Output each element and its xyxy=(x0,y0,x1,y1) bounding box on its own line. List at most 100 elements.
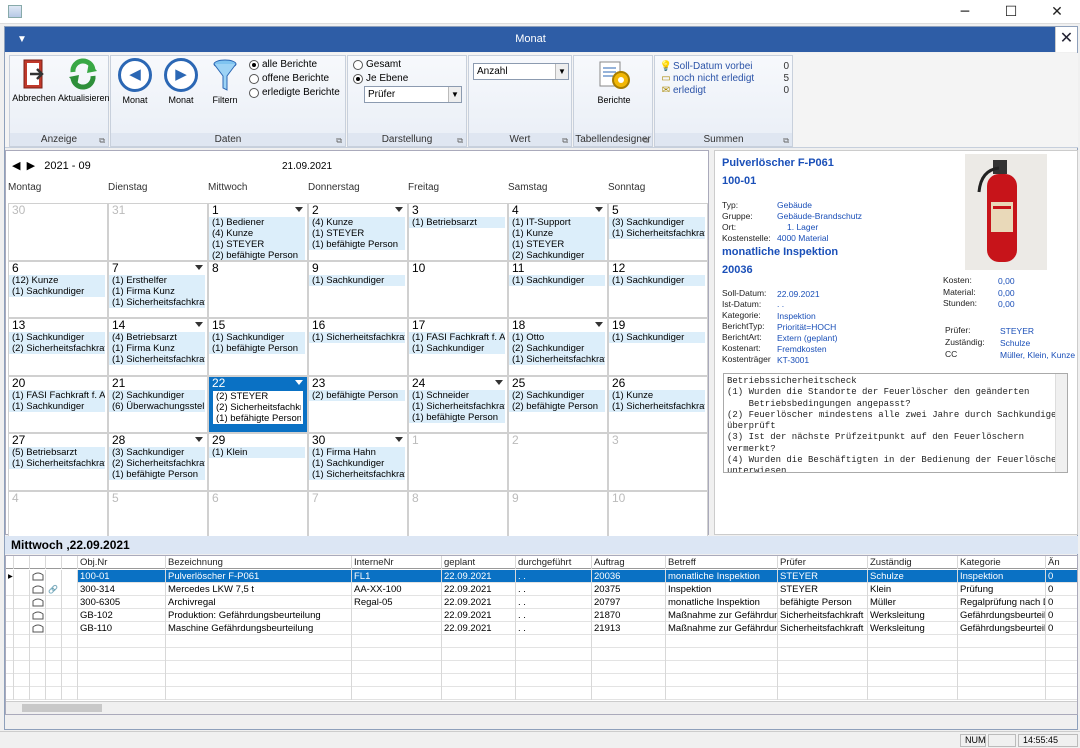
column-header[interactable]: Auftrag xyxy=(592,556,666,569)
summen-nicht-erledigt[interactable]: ▭ noch nicht erledigt 5 xyxy=(659,73,789,84)
calendar-day-cell[interactable]: 18 (1) Otto (2) Sachkundiger (1) Sicherheit… xyxy=(508,318,608,376)
summen-erledigt[interactable]: ✉ erledigt 0 xyxy=(659,85,789,96)
calendar-event[interactable]: (2) Sicherheitsfachkraft xyxy=(9,343,105,354)
calendar-day-cell[interactable]: 29 (1) Klein xyxy=(208,433,308,491)
calendar-event[interactable]: (1) Sachkundiger xyxy=(609,332,705,343)
calendar-event[interactable]: (2) befähigte Person xyxy=(209,250,305,260)
calendar-event[interactable]: (1) Sachkundiger xyxy=(509,274,605,286)
report-memo[interactable]: Betriebssicherheitscheck (1) Wurden die S… xyxy=(723,373,1068,473)
calendar-event[interactable]: (1) STEYER xyxy=(309,228,405,239)
table-row[interactable]: 🔗 300-314 Mercedes LKW 7,5 t AA-XX-100 22.09… xyxy=(6,583,1077,596)
calendar-day-cell[interactable]: 28 (3) Sachkundiger (2) Sicherheitsfachkra… xyxy=(108,433,208,491)
calendar-event[interactable]: (1) Sachkundiger xyxy=(409,343,505,354)
table-hscrollbar[interactable] xyxy=(6,701,1077,714)
calendar-day-cell[interactable]: 7 (1) Ersthelfer (1) Firma Kunz (1) Sicherh… xyxy=(108,260,208,318)
calendar-day-cell[interactable]: 8 xyxy=(208,260,308,318)
calendar-day-cell[interactable]: 10 xyxy=(408,260,508,318)
day-dropdown-icon[interactable] xyxy=(395,437,403,442)
menu-dropdown-icon[interactable]: ▼ xyxy=(17,27,27,52)
day-dropdown-icon[interactable] xyxy=(495,379,503,385)
calendar-event[interactable]: (4) Kunze xyxy=(209,228,305,239)
calendar-day-cell[interactable]: 9 (1) Sachkundiger xyxy=(308,260,408,318)
calendar-event[interactable]: (2) befähigte Person xyxy=(309,389,405,401)
calendar-day-cell[interactable]: 22(2) STEYER(2) Sicherheitsfachkraft(1) … xyxy=(208,375,308,433)
day-dropdown-icon[interactable] xyxy=(595,207,603,212)
calendar-event[interactable]: (1) Betriebsarzt xyxy=(409,217,505,228)
calendar-day-cell[interactable]: 17(1) FASI Fachkraft f. Arbeit(1) Sachku… xyxy=(408,318,508,376)
calendar-day-cell[interactable]: 23 (2) befähigte Person xyxy=(308,375,408,433)
calendar-event[interactable]: (1) Sachkundiger xyxy=(209,332,305,343)
day-dropdown-icon[interactable] xyxy=(295,379,303,385)
radio-alle-berichte[interactable]: alle Berichte xyxy=(249,59,317,70)
calendar-event[interactable]: (1) Firma Kunz xyxy=(109,285,205,297)
pruefer-combo[interactable]: Prüfer ▼ xyxy=(364,86,462,103)
calendar-day-cell[interactable]: 1 (1) Bediener (4) Kunze (1) STEYER (2) befä… xyxy=(208,203,308,261)
day-dropdown-icon[interactable] xyxy=(195,264,203,270)
maximize-button[interactable]: ☐ xyxy=(988,0,1034,24)
calendar-day-cell[interactable]: 1 xyxy=(408,433,508,491)
calendar-event[interactable]: (1) Firma Kunz xyxy=(109,343,205,354)
table-row[interactable]: GB-110 Maschine Gefährdungsbeurteilung 22.… xyxy=(6,622,1077,635)
calendar-event[interactable]: (1) Firma Hahn xyxy=(309,447,405,458)
calendar-day-cell[interactable]: 3 (1) Betriebsarzt xyxy=(408,203,508,261)
calendar-day-cell[interactable]: 3 xyxy=(608,433,708,491)
minimize-button[interactable]: ─ xyxy=(942,0,988,24)
calendar-event[interactable]: (2) befähigte Person xyxy=(509,400,605,412)
memo-scrollbar[interactable] xyxy=(1055,374,1067,472)
calendar-day-cell[interactable]: 30 (1) Firma Hahn (1) Sachkundiger (1) Sich… xyxy=(308,433,408,491)
table-row[interactable]: ▸ 100-01 Pulverlöscher F-P061 FL1 22.09.2021… xyxy=(6,570,1077,583)
close-window-button[interactable]: ✕ xyxy=(1034,0,1080,24)
calendar-day-cell[interactable]: 26 (1) Kunze (1) Sicherheitsfachkraft xyxy=(608,375,708,433)
calendar-day-cell[interactable]: 24 (1) Schneider (1) Sicherheitsfachkraft(… xyxy=(408,375,508,433)
column-header[interactable]: Bezeichnung xyxy=(166,556,352,569)
abbrechen-button[interactable]: Abbrechen xyxy=(12,58,56,103)
calendar-event[interactable]: (1) Sicherheitsfachkraft xyxy=(309,469,405,480)
nav-next-icon[interactable]: ▶ xyxy=(27,160,35,172)
aktualisieren-button[interactable]: Aktualisieren xyxy=(58,58,110,103)
table-row[interactable]: 300-6305 Archivregal Regal-05 22.09.2021. .… xyxy=(6,596,1077,609)
calendar-event[interactable]: (2) Sachkundiger xyxy=(509,389,605,401)
wert-combo[interactable]: Anzahl ▼ xyxy=(473,63,569,80)
calendar-day-cell[interactable]: 11 (1) Sachkundiger xyxy=(508,260,608,318)
calendar-event[interactable]: (1) FASI Fachkraft f. Arbeit xyxy=(409,332,505,343)
calendar-event[interactable]: (2) Sicherheitsfachkraft xyxy=(213,401,301,413)
calendar-event[interactable]: (1) STEYER xyxy=(209,239,305,250)
monat-prev-button[interactable]: ◀ Monat xyxy=(115,58,155,105)
nav-prev-icon[interactable]: ◀ xyxy=(12,160,20,172)
calendar-day-cell[interactable]: 2 xyxy=(508,433,608,491)
calendar-event[interactable]: (1) befähigte Person xyxy=(109,469,205,480)
table-row[interactable] xyxy=(6,661,1077,674)
calendar-event[interactable]: (2) Sachkundiger xyxy=(109,389,205,401)
day-dropdown-icon[interactable] xyxy=(195,437,203,442)
calendar-day-cell[interactable]: 25 (2) Sachkundiger (2) befähigte Person xyxy=(508,375,608,433)
column-header[interactable]: Zuständig xyxy=(868,556,958,569)
calendar-event[interactable]: (1) Sicherheitsfachkraft xyxy=(609,228,705,239)
summen-soll-datum[interactable]: 💡 Soll-Datum vorbei 0 xyxy=(659,61,789,72)
calendar-day-cell[interactable]: 19 (1) Sachkundiger xyxy=(608,318,708,376)
calendar-day-cell[interactable]: 15 (1) Sachkundiger (1) befähigte Person xyxy=(208,318,308,376)
column-header[interactable]: durchgeführt xyxy=(516,556,592,569)
calendar-event[interactable]: (4) Betriebsarzt xyxy=(109,332,205,343)
column-header[interactable]: Än xyxy=(1046,556,1077,569)
calendar-event[interactable]: (1) Sicherheitsfachkraft xyxy=(109,354,205,365)
calendar-day-cell[interactable]: 27 (5) Betriebsarzt (1) Sicherheitsfachkra… xyxy=(8,433,108,491)
table-row[interactable] xyxy=(6,648,1077,661)
scroll-thumb[interactable] xyxy=(22,704,102,712)
day-dropdown-icon[interactable] xyxy=(395,207,403,212)
calendar-event[interactable]: (1) STEYER xyxy=(509,239,605,250)
calendar-event[interactable]: (1) Sachkundiger xyxy=(309,458,405,469)
calendar-day-cell[interactable]: 12 (1) Sachkundiger xyxy=(608,260,708,318)
calendar-event[interactable]: (1) Sachkundiger xyxy=(9,285,105,297)
calendar-event[interactable]: (2) Sachkundiger xyxy=(509,343,605,354)
calendar-event[interactable]: (2) Sachkundiger xyxy=(509,250,605,260)
calendar-event[interactable]: (1) Kunze xyxy=(509,228,605,239)
calendar-event[interactable]: (1) Ersthelfer xyxy=(109,274,205,286)
calendar-event[interactable]: (1) Schneider xyxy=(409,389,505,401)
calendar-event[interactable]: (1) Bediener xyxy=(209,217,305,228)
calendar-event[interactable]: (1) Sicherheitsfachkraft xyxy=(409,400,505,412)
calendar-day-cell[interactable]: 6 (12) Kunze (1) Sachkundiger xyxy=(8,260,108,318)
calendar-day-cell[interactable]: 2 (4) Kunze (1) STEYER (1) befähigte Person xyxy=(308,203,408,261)
column-header[interactable]: Obj.Nr xyxy=(78,556,166,569)
calendar-event[interactable]: (1) Sicherheitsfachkraft xyxy=(609,400,705,412)
calendar-event[interactable]: (1) befähigte Person xyxy=(213,412,301,424)
